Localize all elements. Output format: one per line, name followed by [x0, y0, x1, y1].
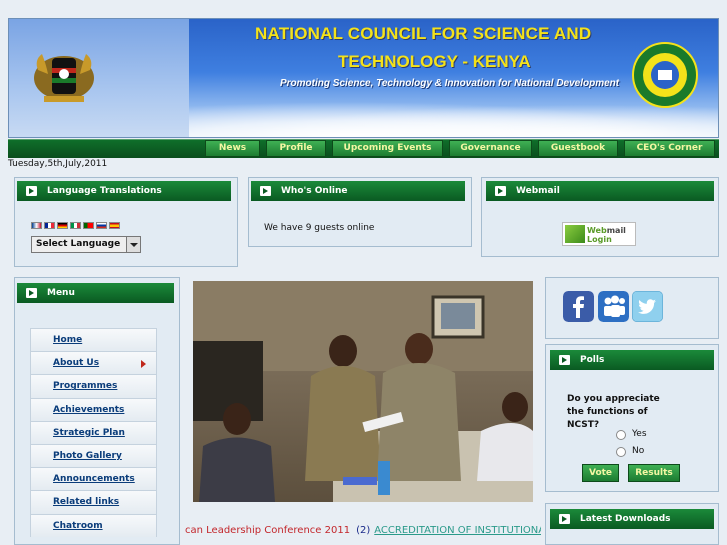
- webmail-logo-mail: mail: [606, 226, 626, 235]
- whos-online-title: Who's Online: [281, 186, 348, 196]
- nav-ceos-corner[interactable]: CEO's Corner: [624, 140, 715, 157]
- twitter-icon[interactable]: [632, 291, 663, 322]
- featured-photo-image: [193, 281, 533, 502]
- flag-russia-icon[interactable]: [96, 222, 107, 229]
- flag-france-icon[interactable]: [44, 222, 55, 229]
- mail-icon: [565, 225, 585, 243]
- nav-governance[interactable]: Governance: [449, 140, 532, 157]
- webmail-header: Webmail: [486, 181, 714, 201]
- menu-item-home[interactable]: Home: [30, 328, 157, 352]
- flag-italy-icon[interactable]: [70, 222, 81, 229]
- news-ticker[interactable]: can Leadership Conference 2011 (2) ACCREDI…: [185, 525, 541, 536]
- menu-item-announcements[interactable]: Announcements: [30, 467, 157, 491]
- poll-option-yes-radio[interactable]: [616, 430, 626, 440]
- arrow-right-icon: [559, 514, 570, 524]
- webmail-login-button[interactable]: Webmail Login: [562, 222, 636, 246]
- webmail-logo-login: Login: [587, 235, 612, 244]
- menu-item-chatroom[interactable]: Chatroom: [30, 513, 157, 537]
- flag-uk-icon[interactable]: [31, 222, 42, 229]
- site-title-line2: TECHNOLOGY - KENYA: [338, 52, 531, 71]
- poll-option-no-radio[interactable]: [616, 447, 626, 457]
- ticker-item-1[interactable]: can Leadership Conference 2011: [185, 525, 350, 536]
- nav-profile[interactable]: Profile: [266, 140, 326, 157]
- menu-header: Menu: [17, 283, 174, 303]
- language-select-value: Select Language: [36, 239, 121, 249]
- poll-question: Do you appreciate the functions of NCST?: [567, 394, 660, 430]
- coat-of-arms-icon: [34, 54, 94, 102]
- webmail-title: Webmail: [516, 186, 560, 196]
- menu-item-about-us[interactable]: About Us: [30, 351, 157, 375]
- polls-header: Polls: [550, 350, 714, 370]
- ncst-seal-icon: [632, 42, 698, 108]
- myspace-icon[interactable]: [598, 291, 629, 322]
- arrow-right-icon: [495, 186, 506, 196]
- arrow-right-icon: [559, 355, 570, 365]
- featured-photo: [193, 281, 533, 502]
- downloads-title: Latest Downloads: [580, 514, 671, 524]
- caret-right-icon: [141, 360, 146, 369]
- guests-online-text: We have 9 guests online: [264, 223, 375, 233]
- menu-item-related-links[interactable]: Related links: [30, 490, 157, 514]
- site-tagline: Promoting Science, Technology & Innovati…: [280, 78, 620, 89]
- arrow-right-icon: [26, 288, 37, 298]
- flag-germany-icon[interactable]: [57, 222, 68, 229]
- whos-online-header: Who's Online: [251, 181, 465, 201]
- poll-option-yes-label: Yes: [632, 429, 647, 439]
- menu-list: Home About Us Programmes Achievements St…: [30, 328, 157, 537]
- ticker-number: (2): [356, 525, 371, 536]
- vote-button[interactable]: Vote: [582, 464, 619, 482]
- arrow-right-icon: [26, 186, 37, 196]
- facebook-icon[interactable]: [563, 291, 594, 322]
- nav-news[interactable]: News: [205, 140, 260, 157]
- language-panel-title: Language Translations: [47, 186, 162, 196]
- nav-guestbook[interactable]: Guestbook: [538, 140, 618, 157]
- webmail-logo-web: Web: [587, 226, 607, 235]
- downloads-header: Latest Downloads: [550, 509, 714, 529]
- flag-portugal-icon[interactable]: [83, 222, 94, 229]
- site-title-line1: NATIONAL COUNCIL FOR SCIENCE AND: [255, 24, 592, 43]
- polls-title: Polls: [580, 355, 605, 365]
- results-button[interactable]: Results: [628, 464, 680, 482]
- chevron-down-icon: [126, 237, 140, 252]
- language-select[interactable]: Select Language: [31, 236, 141, 253]
- ticker-item-2[interactable]: ACCREDITATION OF INSTITUTIONAL: [374, 525, 541, 536]
- flag-spain-icon[interactable]: [109, 222, 120, 229]
- menu-item-photo-gallery[interactable]: Photo Gallery: [30, 443, 157, 468]
- menu-item-achievements[interactable]: Achievements: [30, 397, 157, 421]
- menu-title: Menu: [47, 288, 75, 298]
- poll-option-no-label: No: [632, 446, 645, 456]
- arrow-right-icon: [260, 186, 271, 196]
- current-date: Tuesday,5th,July,2011: [8, 159, 108, 169]
- menu-item-strategic-plan[interactable]: Strategic Plan: [30, 420, 157, 444]
- language-panel-header: Language Translations: [17, 181, 231, 201]
- menu-item-label: About Us: [53, 358, 100, 369]
- menu-item-programmes[interactable]: Programmes: [30, 374, 157, 398]
- nav-upcoming-events[interactable]: Upcoming Events: [332, 140, 443, 157]
- language-flags: [31, 222, 120, 229]
